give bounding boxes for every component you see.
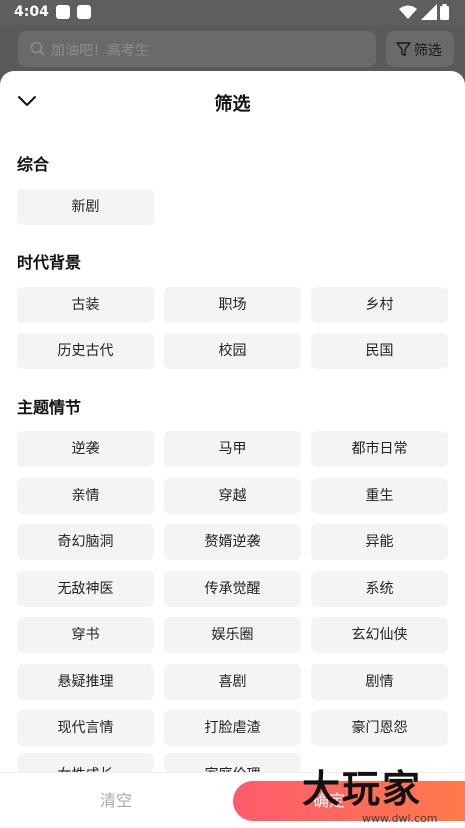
filter-chip[interactable]: 悬疑推理: [17, 664, 154, 700]
filter-chip[interactable]: 民国: [311, 333, 448, 369]
filter-chip[interactable]: 穿书: [17, 617, 154, 653]
filter-icon: [396, 42, 411, 57]
filter-chip[interactable]: 剧情: [311, 664, 448, 700]
filter-chip[interactable]: 职场: [164, 287, 301, 323]
sheet-title: 筛选: [214, 94, 251, 115]
filter-chip[interactable]: 逆袭: [17, 431, 154, 467]
filter-chip[interactable]: 校园: [164, 333, 301, 369]
filter-chip[interactable]: 打脸虐渣: [164, 710, 301, 746]
watermark-url: www.dwl.com: [362, 812, 438, 825]
filter-chip[interactable]: 玄幻仙侠: [311, 617, 448, 653]
watermark-logo: 大玩家 www.dwl.com: [302, 752, 462, 828]
section-title-era: 时代背景: [17, 253, 82, 272]
filter-chip[interactable]: 现代言情: [17, 710, 154, 746]
filter-chip[interactable]: 重生: [311, 478, 448, 514]
filter-chip[interactable]: 马甲: [164, 431, 301, 467]
filter-chip-label: 家庭伦理: [164, 757, 301, 773]
filter-chip[interactable]: 娱乐圈: [164, 617, 301, 653]
filter-label: 筛选: [414, 43, 442, 59]
filter-sheet: 筛选 综合 新剧 时代背景 古装 职场 乡村 历史古代 校园 民国 主题情节 逆…: [0, 71, 465, 828]
filter-button: 筛选: [386, 31, 454, 67]
filter-chip[interactable]: 传承觉醒: [164, 571, 301, 607]
filter-chip[interactable]: 新剧: [17, 189, 154, 225]
filter-chip[interactable]: 喜剧: [164, 664, 301, 700]
filter-chip[interactable]: 古装: [17, 287, 154, 323]
filter-chip[interactable]: 奇幻脑洞: [17, 524, 154, 560]
filter-chip[interactable]: 乡村: [311, 287, 448, 323]
search-placeholder: 加油吧！高考生: [51, 43, 149, 59]
filter-chip[interactable]: 系统: [311, 571, 448, 607]
section-title-theme: 主题情节: [17, 398, 82, 417]
section-title-general: 综合: [17, 155, 50, 174]
clear-button[interactable]: 清空: [0, 773, 232, 828]
notification-icon: [77, 5, 91, 19]
filter-chip[interactable]: 亲情: [17, 478, 154, 514]
wifi-icon: [399, 5, 417, 19]
search-input: 加油吧！高考生: [18, 31, 376, 67]
filter-chip[interactable]: 异能: [311, 524, 448, 560]
filter-chip[interactable]: 穿越: [164, 478, 301, 514]
battery-icon: [440, 4, 449, 20]
filter-chip[interactable]: 都市日常: [311, 431, 448, 467]
filter-chip[interactable]: 赘婿逆袭: [164, 524, 301, 560]
filter-chip[interactable]: 家庭伦理: [164, 753, 301, 773]
search-icon: [30, 41, 45, 56]
status-bar: 4:04: [0, 0, 465, 26]
filter-chip-label: 女性成长: [17, 757, 154, 773]
signal-icon: [421, 4, 437, 20]
filter-chip[interactable]: 无敌神医: [17, 571, 154, 607]
filter-chip[interactable]: 历史古代: [17, 333, 154, 369]
notification-icon: [56, 5, 70, 19]
watermark-text: 大玩家: [302, 766, 423, 811]
filter-chip[interactable]: 豪门恩怨: [311, 710, 448, 746]
status-time: 4:04: [14, 4, 49, 20]
filter-chip[interactable]: 女性成长: [17, 753, 154, 773]
